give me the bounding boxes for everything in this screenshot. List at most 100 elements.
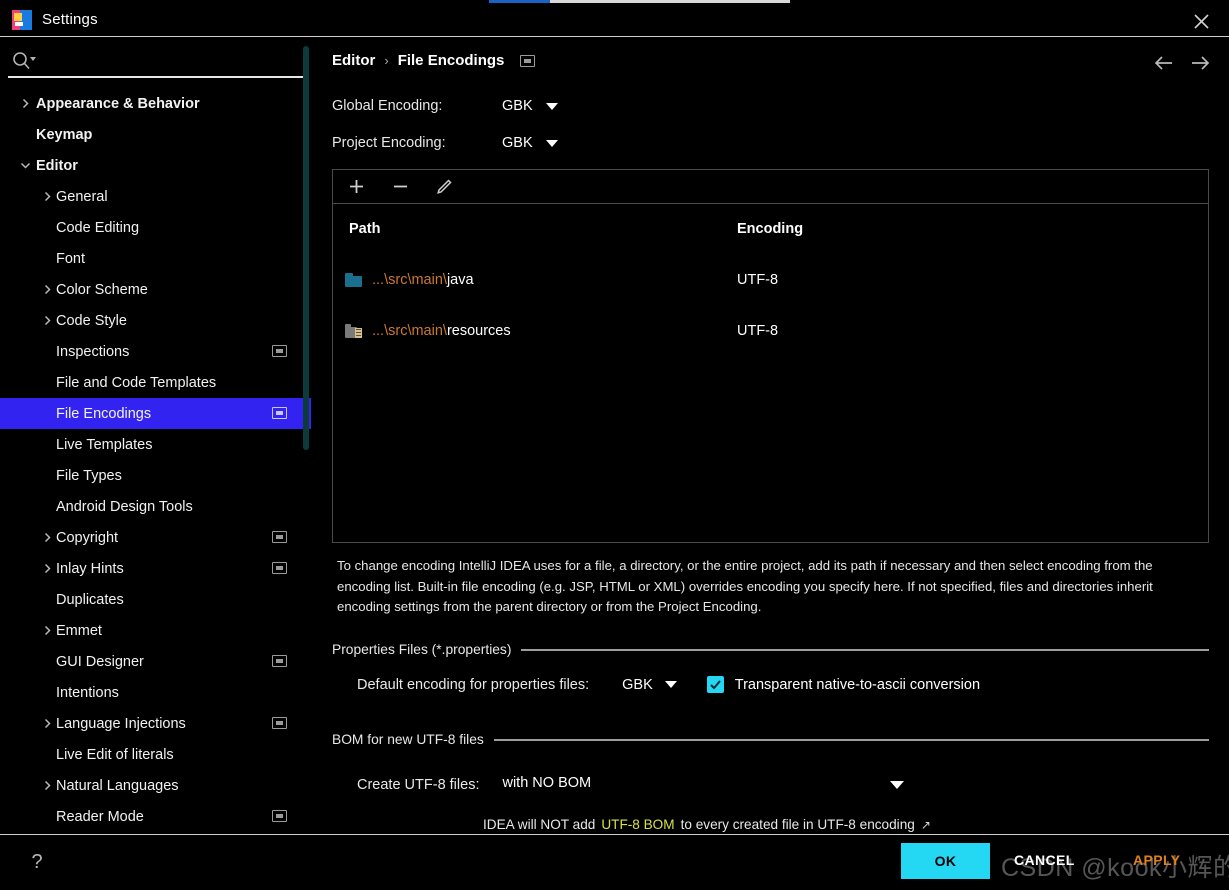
title-bar: Settings [0, 3, 1229, 37]
project-encoding-dropdown[interactable]: GBK [502, 135, 558, 151]
sidebar-item-label: Color Scheme [56, 281, 148, 298]
path-last-segment: resources [446, 322, 511, 339]
sidebar-item-label: Natural Languages [56, 777, 179, 794]
global-encoding-dropdown[interactable]: GBK [502, 98, 558, 114]
sidebar-item-emmet[interactable]: Emmet [0, 615, 311, 646]
sidebar-item-live-edit-of-literals[interactable]: Live Edit of literals [0, 739, 311, 770]
breadcrumb-separator: › [384, 53, 389, 68]
sidebar-item-color-scheme[interactable]: Color Scheme [0, 274, 311, 305]
path-text: ...\src\main\java [372, 272, 474, 288]
chevron-right-icon[interactable] [40, 283, 54, 297]
sidebar-item-label: Keymap [36, 126, 93, 143]
chevron-right-icon[interactable] [40, 562, 54, 576]
apply-button[interactable]: APPLY [1133, 852, 1180, 868]
sidebar-item-font[interactable]: Font [0, 243, 311, 274]
sidebar-item-editor[interactable]: Editor [0, 150, 311, 181]
sidebar-item-keymap[interactable]: Keymap [0, 119, 311, 150]
sidebar-item-inlay-hints[interactable]: Inlay Hints [0, 553, 311, 584]
sidebar-item-label: Language Injections [56, 715, 186, 732]
column-header-path[interactable]: Path [333, 221, 737, 237]
table-header-row: Path Encoding [333, 204, 1208, 254]
sidebar-item-label: Appearance & Behavior [36, 95, 200, 112]
sidebar-item-duplicates[interactable]: Duplicates [0, 584, 311, 615]
path-prefix: ...\src\main\ [372, 322, 447, 339]
section-rule [493, 738, 1209, 741]
encodings-description: To change encoding IntelliJ IDEA uses fo… [337, 558, 1153, 614]
external-link-icon[interactable]: ↗ [921, 818, 931, 832]
arrow-right-icon[interactable] [1188, 50, 1214, 76]
sidebar-item-label: File Types [56, 467, 122, 484]
sidebar-item-label: Font [56, 250, 86, 267]
transparent-conversion-checkbox-row[interactable]: Transparent native-to-ascii conversion [706, 676, 980, 693]
search-input[interactable] [8, 42, 303, 76]
properties-default-encoding-dropdown[interactable]: GBK [622, 677, 677, 693]
settings-page-badge-icon [272, 810, 287, 822]
sidebar-item-live-templates[interactable]: Live Templates [0, 429, 311, 460]
chevron-right-icon[interactable] [40, 779, 54, 793]
transparent-conversion-checkbox[interactable] [706, 676, 724, 693]
section-rule [521, 648, 1209, 651]
cell-path: ...\src\main\java [333, 272, 737, 288]
table-row[interactable]: ...\src\main\java UTF-8 [333, 254, 1208, 305]
close-icon[interactable] [1189, 9, 1213, 33]
sidebar-item-copyright[interactable]: Copyright [0, 522, 311, 553]
create-utf8-select[interactable]: with NO BOM [502, 775, 922, 791]
properties-default-encoding-label: Default encoding for properties files: [357, 676, 590, 693]
chevron-down-icon[interactable] [18, 159, 32, 173]
minus-icon[interactable] [389, 176, 411, 198]
chevron-right-icon[interactable] [40, 314, 54, 328]
pencil-icon[interactable] [433, 176, 455, 198]
sidebar-item-file-types[interactable]: File Types [0, 460, 311, 491]
cell-encoding[interactable]: UTF-8 [737, 272, 1037, 288]
sidebar-item-natural-languages[interactable]: Natural Languages [0, 770, 311, 801]
settings-page-badge-icon [272, 345, 287, 357]
search-row [0, 38, 311, 82]
folder-icon [345, 272, 362, 287]
column-header-encoding[interactable]: Encoding [737, 221, 1037, 237]
sidebar-item-gui-designer[interactable]: GUI Designer [0, 646, 311, 677]
sidebar-item-file-and-code-templates[interactable]: File and Code Templates [0, 367, 311, 398]
table-body: ...\src\main\java UTF-8 ...\src\main\resou… [333, 254, 1208, 356]
chevron-right-icon[interactable] [40, 717, 54, 731]
sidebar-item-label: File Encodings [56, 405, 152, 422]
cell-encoding[interactable]: UTF-8 [737, 323, 1037, 339]
settings-page-badge-icon [520, 54, 536, 67]
chevron-right-icon[interactable] [18, 97, 32, 111]
plus-icon[interactable] [345, 176, 367, 198]
sidebar-item-intentions[interactable]: Intentions [0, 677, 311, 708]
ok-button[interactable]: OK [901, 843, 990, 879]
help-icon[interactable]: ? [26, 850, 48, 874]
cancel-button[interactable]: CANCEL [1014, 852, 1075, 868]
settings-content-panel: Editor › File Encodings Global Encoding:… [311, 38, 1229, 833]
chevron-right-icon[interactable] [40, 531, 54, 545]
properties-files-title: Properties Files (*.properties) [332, 642, 512, 657]
breadcrumb-current: File Encodings [397, 52, 505, 69]
settings-page-badge-icon [272, 407, 287, 419]
sidebar-item-label: Duplicates [56, 591, 124, 608]
intellij-idea-logo-icon [12, 9, 32, 30]
sidebar-item-file-encodings[interactable]: File Encodings [0, 398, 311, 429]
breadcrumb-parent[interactable]: Editor [332, 52, 375, 69]
chevron-down-icon [890, 781, 905, 789]
chevron-right-icon[interactable] [40, 190, 54, 204]
sidebar-item-code-editing[interactable]: Code Editing [0, 212, 311, 243]
sidebar-item-android-design-tools[interactable]: Android Design Tools [0, 491, 311, 522]
sidebar-item-language-injections[interactable]: Language Injections [0, 708, 311, 739]
path-prefix: ...\src\main\ [372, 271, 447, 288]
sidebar-item-label: Android Design Tools [56, 498, 193, 515]
sidebar-item-inspections[interactable]: Inspections [0, 336, 311, 367]
sidebar-item-reader-mode[interactable]: Reader Mode [0, 801, 311, 832]
chevron-right-icon[interactable] [40, 624, 54, 638]
global-encoding-value: GBK [502, 98, 533, 114]
settings-page-badge-icon [272, 655, 287, 667]
arrow-left-icon[interactable] [1150, 50, 1176, 76]
sidebar-item-general[interactable]: General [0, 181, 311, 212]
create-utf8-row: Create UTF-8 files: with NO BOM [357, 775, 922, 793]
cell-path: ...\src\main\resources [333, 323, 737, 339]
sidebar-scrollbar[interactable] [303, 46, 309, 450]
window-title: Settings [42, 11, 98, 28]
path-last-segment: java [446, 271, 474, 288]
sidebar-item-code-style[interactable]: Code Style [0, 305, 311, 336]
sidebar-item-appearance-behavior[interactable]: Appearance & Behavior [0, 88, 311, 119]
table-row[interactable]: ...\src\main\resources UTF-8 [333, 305, 1208, 356]
